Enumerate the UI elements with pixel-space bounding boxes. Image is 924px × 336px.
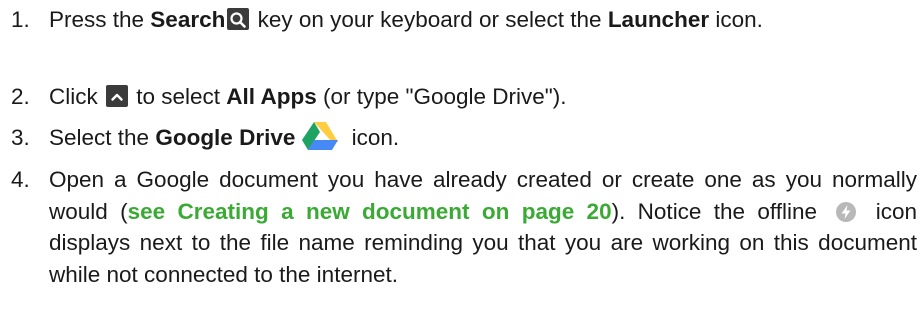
search-icon xyxy=(227,8,250,31)
launcher-label: Launcher xyxy=(607,7,710,32)
step-text: key on your keyboard or select the xyxy=(251,7,608,32)
step-1: 1. Press the Search key on your keyboard… xyxy=(11,4,917,35)
step-text: icon. xyxy=(345,125,400,150)
step-3: 3. Select the Google Drive icon. xyxy=(11,122,917,154)
chevron-up-icon xyxy=(106,85,128,108)
step-number: 2. xyxy=(11,84,30,109)
google-drive-label: Google Drive xyxy=(155,125,296,150)
step-2: 2. Click to select All Apps (or type "Go… xyxy=(11,81,917,112)
step-4: 4. Open a Google document you have alrea… xyxy=(11,164,917,290)
all-apps-label: All Apps xyxy=(226,84,317,109)
step-text: (or type "Google Drive"). xyxy=(316,84,567,109)
search-key-label: Search xyxy=(150,7,226,32)
step-text: Press the xyxy=(49,7,151,32)
step-number: 4. xyxy=(11,167,30,192)
google-drive-icon xyxy=(301,121,339,151)
cross-reference-link[interactable]: see Creating a new document on page 20 xyxy=(128,199,612,224)
step-text: ). Notice the offline xyxy=(611,198,830,224)
step-number: 3. xyxy=(11,125,30,150)
step-text: Select the xyxy=(49,125,156,150)
step-text: to select xyxy=(130,84,227,109)
step-number: 1. xyxy=(11,7,30,32)
step-text: Click xyxy=(49,84,104,109)
offline-icon xyxy=(835,200,857,222)
step-text: icon. xyxy=(709,7,763,32)
